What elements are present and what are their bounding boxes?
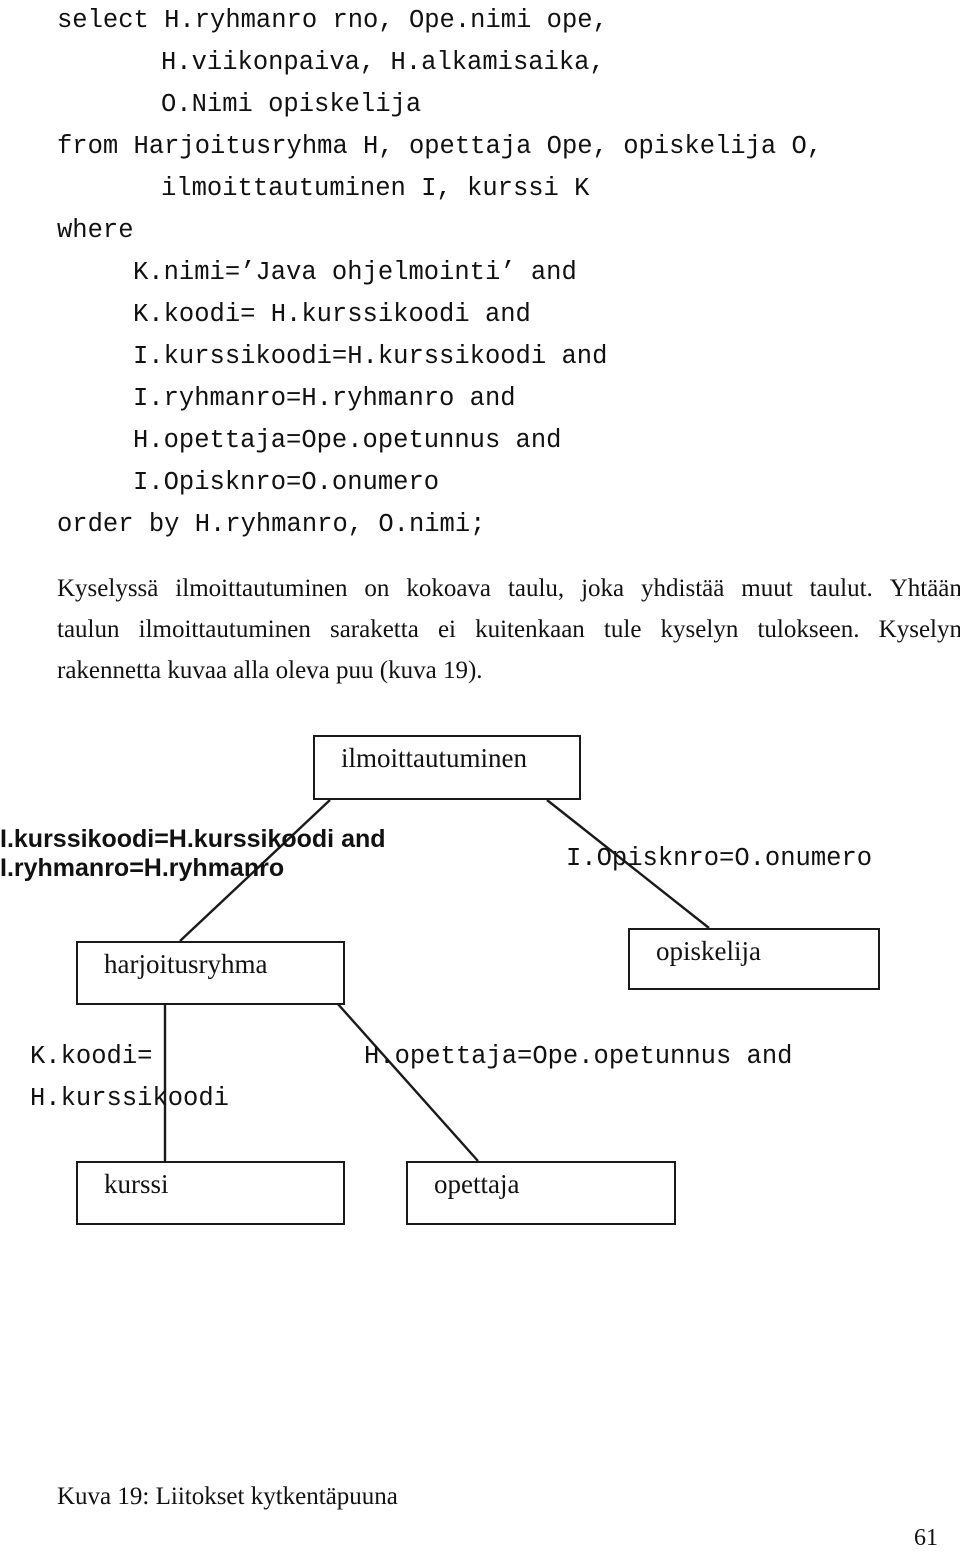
tree-node-label: opettaja bbox=[434, 1169, 520, 1199]
document-page: select H.ryhmanro rno, Ope.nimi ope, H.v… bbox=[0, 0, 960, 1568]
tree-node-label: ilmoittautuminen bbox=[341, 743, 527, 773]
tree-node-label: opiskelija bbox=[656, 936, 761, 966]
tree-node-opettaja[interactable]: opettaja bbox=[406, 1161, 676, 1225]
edge-label-harjoitusryhma-kurssi-line1: K.koodi= bbox=[30, 1042, 153, 1071]
edge-label-root-harjoitusryhma-line2: I.ryhmanro=H.ryhmanro bbox=[0, 854, 285, 882]
tree-node-kurssi[interactable]: kurssi bbox=[76, 1161, 345, 1225]
join-tree-figure: ilmoittautuminen harjoitusryhma opiskeli… bbox=[0, 0, 960, 1568]
edge-label-harjoitusryhma-opettaja: H.opettaja=Ope.opetunnus and bbox=[364, 1042, 793, 1071]
tree-node-opiskelija[interactable]: opiskelija bbox=[628, 928, 880, 990]
edge-label-root-opiskelija: I.Opisknro=O.onumero bbox=[566, 844, 873, 873]
edge-harjoitusryhma-to-opettaja bbox=[336, 1002, 479, 1162]
tree-node-harjoitusryhma[interactable]: harjoitusryhma bbox=[76, 941, 345, 1005]
tree-node-label: harjoitusryhma bbox=[104, 949, 268, 979]
edge-label-harjoitusryhma-kurssi-line2: H.kurssikoodi bbox=[30, 1084, 229, 1113]
tree-node-label: kurssi bbox=[104, 1169, 169, 1199]
tree-node-ilmoittautuminen[interactable]: ilmoittautuminen bbox=[313, 735, 581, 800]
